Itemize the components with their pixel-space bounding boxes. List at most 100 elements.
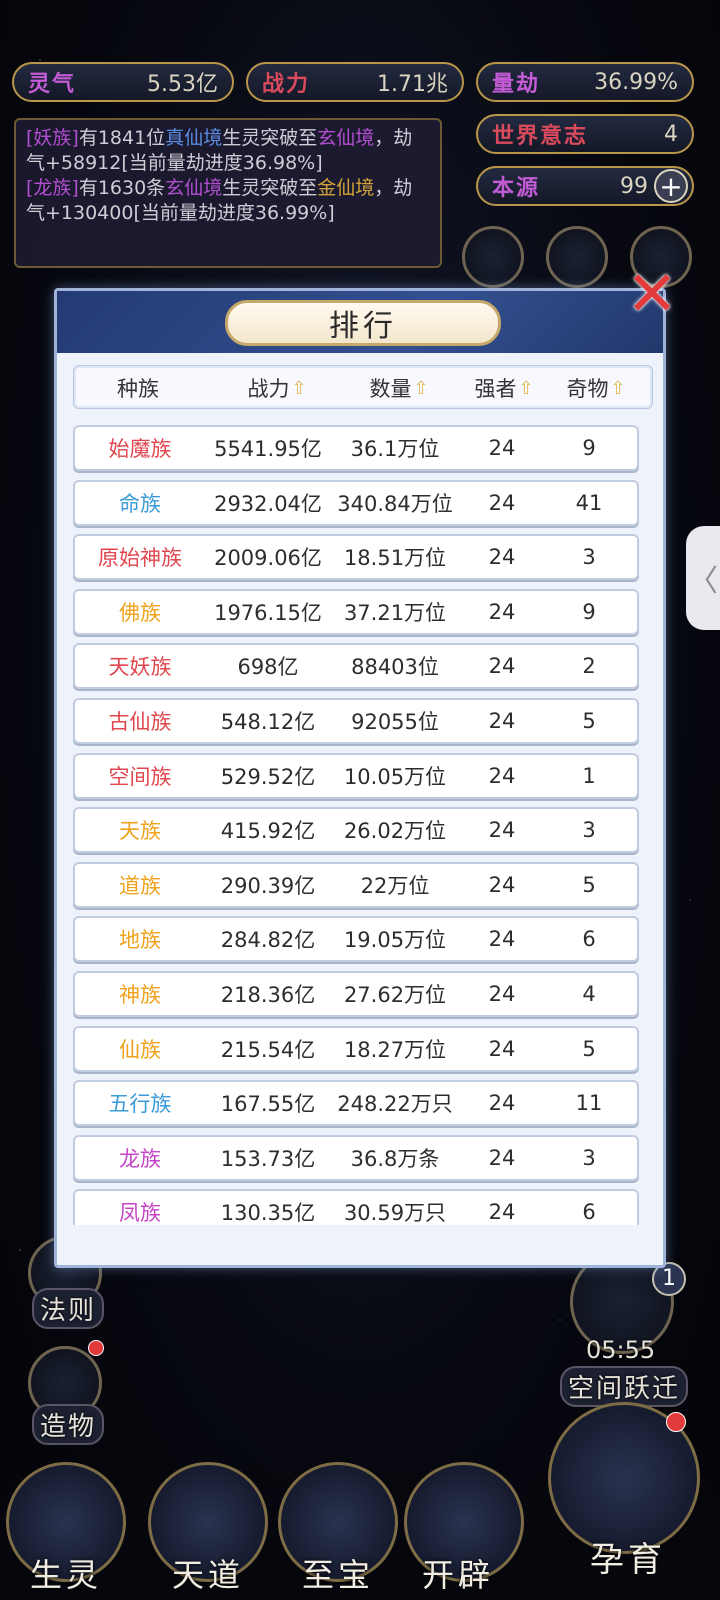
table-row[interactable]: 道族 290.39亿 22万位 24 5 <box>73 861 639 908</box>
cell-count: 26.02万位 <box>343 819 447 844</box>
cell-power: 2009.06亿 <box>214 546 322 571</box>
sort-up-icon: ⇧ <box>610 377 626 399</box>
stat-zhanli: 战力 1.71兆 <box>246 62 464 102</box>
sort-by-strong-button[interactable]: 强者 ⇧ <box>462 366 546 410</box>
cell-power: 1976.15亿 <box>214 600 322 625</box>
cell-count: 18.51万位 <box>343 546 447 571</box>
ranking-title: 排行 <box>225 300 501 346</box>
ranking-header-row: 种族 战力 ⇧ 数量 ⇧ 强者 ⇧ 奇物 ⇧ <box>73 365 653 409</box>
space-warp-label[interactable]: 空间跃迁 <box>560 1366 689 1407</box>
cell-strong: 24 <box>488 982 516 1006</box>
stat-shijie[interactable]: 世界意志 4 <box>476 114 694 154</box>
stat-lingqi-value: 5.53亿 <box>147 72 218 97</box>
table-row[interactable]: 天妖族 698亿 88403位 24 2 <box>73 643 639 690</box>
table-row[interactable]: 仙族 215.54亿 18.27万位 24 5 <box>73 1025 639 1072</box>
law-label[interactable]: 法则 <box>32 1288 105 1329</box>
log-realm-to: 玄仙境 <box>317 127 375 149</box>
cell-treasure: 2 <box>582 654 596 679</box>
sort-by-treasure-button[interactable]: 奇物 ⇧ <box>548 366 644 410</box>
scroll-node-icon[interactable] <box>462 226 524 288</box>
cell-count: 92055位 <box>351 710 439 734</box>
cell-count: 19.05万位 <box>343 928 447 953</box>
cell-treasure: 4 <box>582 982 596 1006</box>
table-row[interactable]: 龙族 153.73亿 36.8万条 24 3 <box>73 1134 639 1181</box>
cell-count: 30.59万只 <box>343 1201 447 1225</box>
cell-race: 神族 <box>119 983 161 1007</box>
cell-race: 命族 <box>119 491 161 516</box>
stat-lingqi: 灵气 5.53亿 <box>12 62 234 102</box>
creation-label[interactable]: 造物 <box>32 1404 105 1445</box>
sort-up-icon: ⇧ <box>518 377 534 399</box>
add-benyuan-button[interactable]: + <box>654 169 688 203</box>
nurture-notification-dot <box>666 1412 686 1432</box>
cell-power: 415.92亿 <box>220 819 316 844</box>
table-row[interactable]: 命族 2932.04亿 340.84万位 24 41 <box>73 479 639 526</box>
cell-count: 36.8万条 <box>350 1146 440 1171</box>
header-power-label: 战力 <box>247 377 290 401</box>
cell-count: 37.21万位 <box>343 600 447 625</box>
table-row[interactable]: 佛族 1976.15亿 37.21万位 24 9 <box>73 588 639 635</box>
treasure-nav-label[interactable]: 至宝 <box>278 1550 398 1596</box>
sort-by-count-button[interactable]: 数量 ⇧ <box>344 366 454 410</box>
cell-race: 原始神族 <box>98 546 182 571</box>
table-row[interactable]: 五行族 167.55亿 248.22万只 24 11 <box>73 1080 639 1127</box>
close-icon[interactable]: ✕ <box>620 262 684 326</box>
cell-power: 130.35亿 <box>220 1201 316 1225</box>
table-row[interactable]: 始魔族 5541.95亿 36.1万位 24 9 <box>73 425 639 471</box>
table-row[interactable]: 神族 218.36亿 27.62万位 24 4 <box>73 971 639 1017</box>
table-row[interactable]: 古仙族 548.12亿 92055位 24 5 <box>73 698 639 744</box>
cell-race: 龙族 <box>119 1146 161 1171</box>
cell-power: 2932.04亿 <box>214 491 322 516</box>
cell-treasure: 9 <box>582 436 596 460</box>
log-realm-from: 真仙境 <box>165 127 223 149</box>
creation-notification-dot <box>88 1340 104 1356</box>
cell-strong: 24 <box>488 818 516 843</box>
log-line-2: [龙族]有1630条玄仙境生灵突破至金仙境，劫气+130400[当前量劫进度36… <box>26 176 430 226</box>
cell-count: 10.05万位 <box>343 764 447 789</box>
table-row[interactable]: 凤族 130.35亿 30.59万只 24 6 <box>73 1189 639 1225</box>
cell-treasure: 6 <box>582 1200 596 1225</box>
cell-power: 218.36亿 <box>220 983 316 1007</box>
space-warp-timer: 05:55 <box>586 1336 656 1364</box>
table-row[interactable]: 空间族 529.52亿 10.05万位 24 1 <box>73 752 639 799</box>
cell-power: 698亿 <box>237 655 299 680</box>
cell-strong: 24 <box>488 872 516 897</box>
cell-strong: 24 <box>488 1091 516 1116</box>
creature-nav-label[interactable]: 生灵 <box>6 1550 126 1596</box>
cell-power: 167.55亿 <box>220 1092 316 1117</box>
table-row[interactable]: 原始神族 2009.06亿 18.51万位 24 3 <box>73 534 639 581</box>
side-drawer-tab[interactable]: 〈 <box>686 526 720 630</box>
cell-treasure: 5 <box>582 709 596 733</box>
cell-treasure: 41 <box>575 490 603 515</box>
log-realm-from: 玄仙境 <box>165 177 223 199</box>
heaven-dao-nav-label[interactable]: 天道 <box>148 1550 268 1596</box>
table-row[interactable]: 地族 284.82亿 19.05万位 24 6 <box>73 916 639 963</box>
cell-race: 凤族 <box>119 1201 161 1225</box>
cell-strong: 24 <box>488 1145 516 1170</box>
cell-strong: 24 <box>488 436 516 460</box>
sort-by-power-button[interactable]: 战力 ⇧ <box>222 366 332 410</box>
table-row[interactable]: 天族 415.92亿 26.02万位 24 3 <box>73 807 639 854</box>
pioneer-nav-label[interactable]: 开辟 <box>398 1550 518 1596</box>
cell-power: 284.82亿 <box>220 928 316 953</box>
cell-strong: 24 <box>488 709 516 733</box>
log-text: 有1630条 <box>78 177 166 199</box>
log-text: 生灵突破至 <box>222 177 318 199</box>
eye-node-icon[interactable] <box>546 226 608 288</box>
log-text: 生灵突破至 <box>222 127 318 149</box>
cell-count: 18.27万位 <box>343 1037 447 1062</box>
cell-count: 36.1万位 <box>350 437 440 461</box>
log-race: [龙族] <box>26 177 79 199</box>
cell-strong: 24 <box>488 1036 516 1061</box>
ranking-list[interactable]: 始魔族 5541.95亿 36.1万位 24 9 命族 2932.04亿 340.84万位 24… <box>73 425 653 1225</box>
nurture-nav-label[interactable]: 孕育 <box>568 1532 688 1581</box>
log-realm-to: 金仙境 <box>317 177 375 199</box>
cell-strong: 24 <box>488 545 516 570</box>
cell-count: 248.22万只 <box>337 1092 453 1117</box>
sort-up-icon: ⇧ <box>413 377 429 399</box>
cell-power: 5541.95亿 <box>214 437 322 461</box>
stat-liangjie: 量劫 36.99% <box>476 62 694 102</box>
header-treasure-label: 奇物 <box>566 377 609 401</box>
stat-lingqi-label: 灵气 <box>28 72 77 97</box>
cell-treasure: 5 <box>582 872 596 897</box>
